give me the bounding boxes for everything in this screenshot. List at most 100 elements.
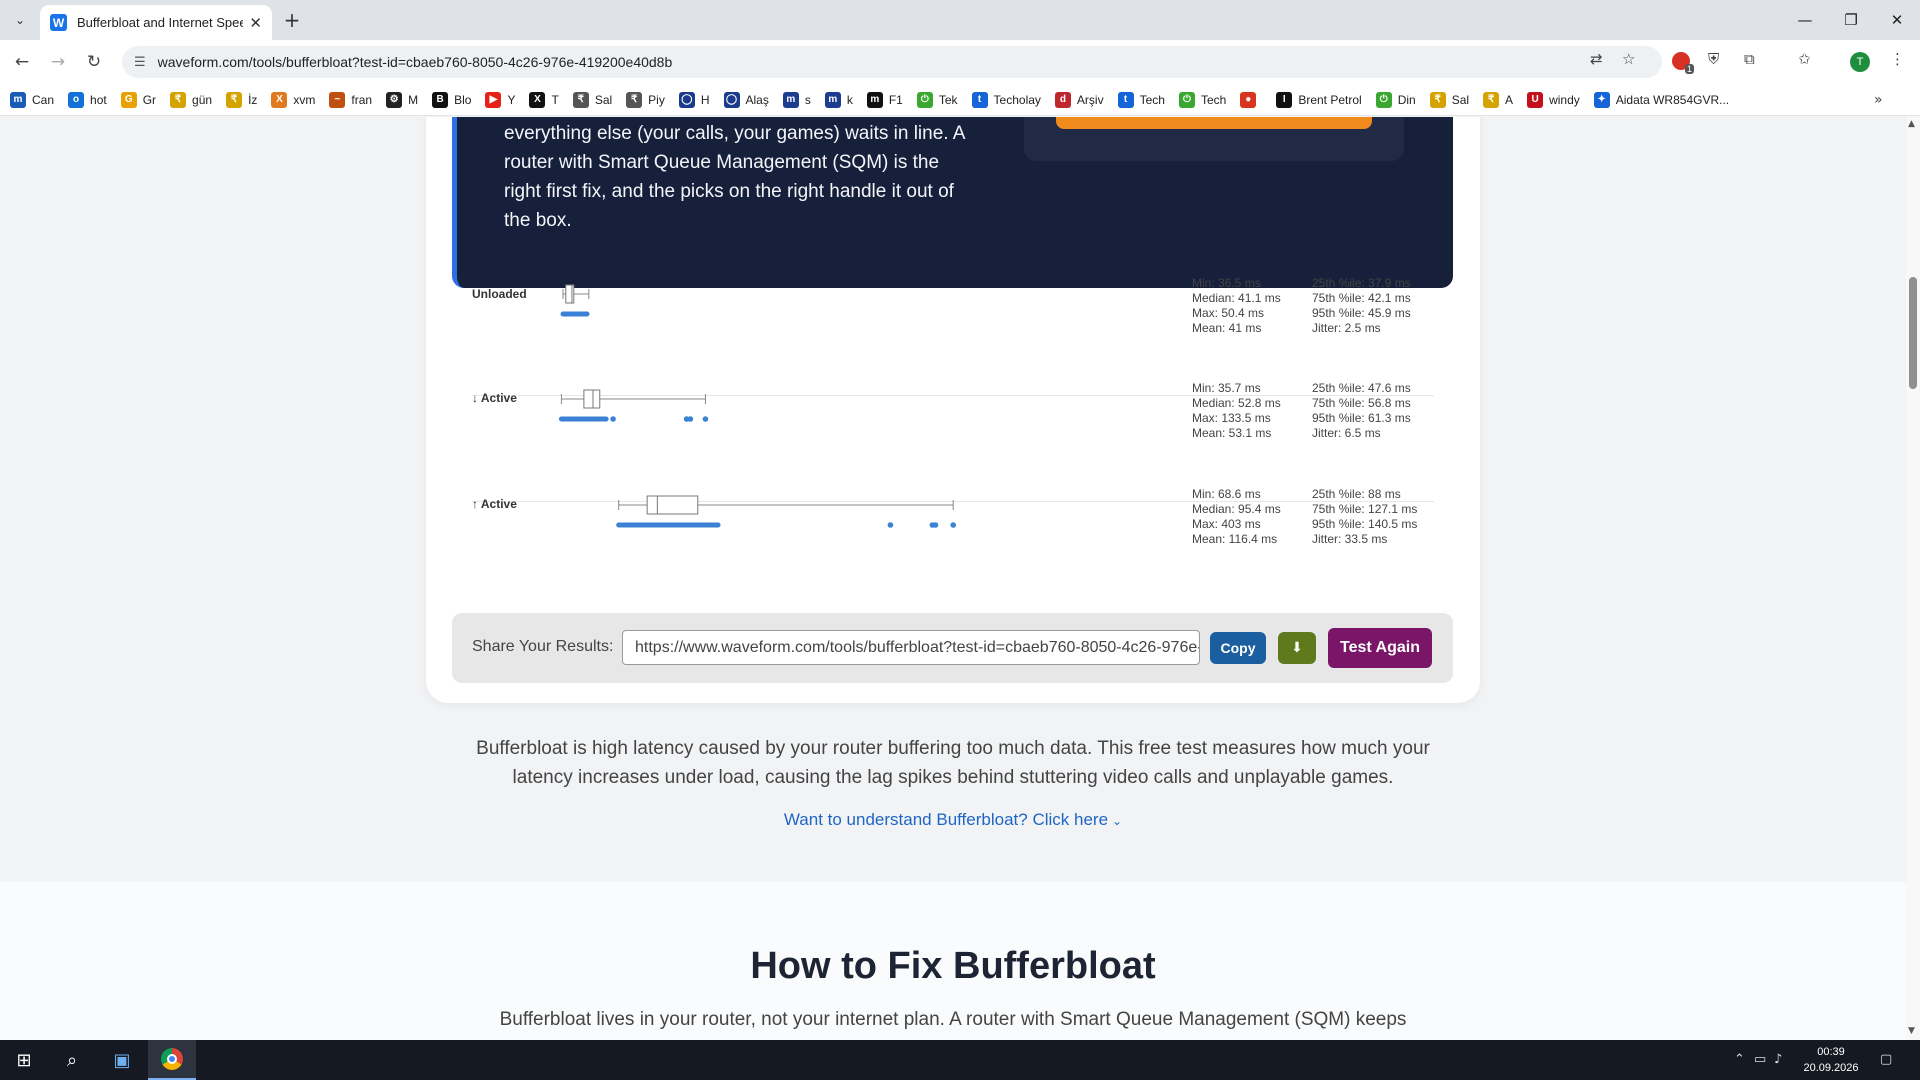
notifications-icon[interactable]: ▢ xyxy=(1880,1052,1892,1067)
bookmark-label: hot xyxy=(90,92,107,107)
copy-button[interactable]: Copy xyxy=(1210,632,1266,664)
bookmark-item[interactable]: Xxvm xyxy=(271,91,315,108)
reload-button[interactable]: ↻ xyxy=(82,50,106,74)
bookmark-label: Tek xyxy=(938,92,958,107)
bookmark-item[interactable]: ◯ Alaş xyxy=(723,91,769,108)
bookmark-item[interactable]: ₹ gün xyxy=(170,91,213,108)
stat-line: 75th %ile: 127.1 ms xyxy=(1312,502,1418,516)
address-bar[interactable]: ☰ waveform.com/tools/bufferbloat?test-id… xyxy=(122,46,1662,78)
bookmark-item[interactable]: ◯ H xyxy=(678,91,710,108)
bookmark-item[interactable]: XT xyxy=(529,91,559,108)
test-again-button[interactable]: Test Again xyxy=(1328,628,1432,668)
site-info-icon[interactable]: ☰ xyxy=(134,55,146,70)
bookmark-item[interactable]: ⚙ M xyxy=(386,91,418,108)
bookmark-favicon-icon: X xyxy=(271,91,288,108)
bookmark-item[interactable]: d Arşiv xyxy=(1054,91,1104,108)
extension-icon[interactable]: 1 xyxy=(1672,52,1694,74)
share-url-input[interactable]: https://www.waveform.com/tools/bufferblo… xyxy=(622,630,1200,665)
tab-strip: ⌄ W Bufferbloat and Internet Speed ✕ + —… xyxy=(0,0,1920,40)
volume-icon[interactable]: ♪ xyxy=(1774,1052,1782,1067)
tab-close-icon[interactable]: ✕ xyxy=(249,14,262,32)
tray-chevron-icon[interactable]: ⌃ xyxy=(1734,1052,1745,1067)
bookmark-item[interactable]: ₹ İz xyxy=(226,91,257,108)
download-button[interactable]: ⬇ xyxy=(1278,632,1316,664)
bookmark-star-icon[interactable]: ☆ xyxy=(1622,50,1635,68)
scroll-up-icon[interactable]: ▲ xyxy=(1908,119,1915,129)
bookmark-item[interactable]: B Blo xyxy=(432,91,471,108)
bookmark-item[interactable]: o hot xyxy=(68,91,107,108)
latency-stats-right: 25th %ile: 47.6 ms 75th %ile: 56.8 ms 95th… xyxy=(1312,381,1411,441)
sample-dot xyxy=(932,522,939,528)
bookmark-favicon-icon: G xyxy=(120,91,137,108)
task-view-button[interactable]: ▣ xyxy=(98,1040,146,1080)
bookmark-item[interactable]: t Techolay xyxy=(971,91,1041,108)
windows-taskbar: ⊞ ⌕ ▣ ⌃ ▭ ♪ 00:39 20.09.2026 ▢ xyxy=(0,1040,1920,1080)
page-scrollbar[interactable]: ▲ ▼ xyxy=(1906,117,1920,1040)
bookmark-label: Can xyxy=(32,92,55,107)
chrome-taskbar-button[interactable] xyxy=(148,1040,196,1080)
bookmark-item[interactable]: ▶ Y xyxy=(485,91,515,108)
translate-icon[interactable]: ⇄ xyxy=(1590,50,1603,68)
page-viewport: everything else (your calls, your games)… xyxy=(0,117,1906,1040)
forward-button[interactable]: → xyxy=(46,50,70,74)
scrollbar-thumb[interactable] xyxy=(1909,277,1917,389)
bookmark-item[interactable]: ✦ Aidata WR854GVR... xyxy=(1593,91,1729,108)
search-button[interactable]: ⌕ xyxy=(48,1040,96,1080)
profile-avatar[interactable]: T xyxy=(1850,52,1870,72)
bookmark-label: Arşiv xyxy=(1076,92,1104,107)
bookmark-item[interactable]: ⏻ Tek xyxy=(916,91,958,108)
new-tab-button[interactable]: + xyxy=(280,8,304,32)
back-button[interactable]: ← xyxy=(10,50,34,74)
bookmark-item[interactable]: G Gr xyxy=(120,91,156,108)
box-plot xyxy=(560,284,590,317)
bookmarks-icon[interactable]: ✩ xyxy=(1798,50,1811,68)
bookmark-item[interactable]: ~ fran xyxy=(329,91,372,108)
bookmark-item[interactable]: ₹ Piy xyxy=(626,91,665,108)
extensions-puzzle-icon[interactable]: ⧉ xyxy=(1744,50,1755,68)
bookmarks-overflow-icon[interactable]: » xyxy=(1874,92,1883,108)
router-picks-button[interactable] xyxy=(1056,117,1372,129)
bookmark-label: F1 xyxy=(888,92,903,107)
bookmark-item[interactable]: Uwindy xyxy=(1527,91,1580,108)
url-text[interactable]: waveform.com/tools/bufferbloat?test-id=c… xyxy=(158,54,673,70)
learn-more-text[interactable]: Want to understand Bufferbloat? Click he… xyxy=(784,810,1108,829)
shield-extension-icon[interactable]: ⛨ xyxy=(1708,50,1719,68)
stat-line: 95th %ile: 45.9 ms xyxy=(1312,306,1411,320)
bookmark-item[interactable]: ₹ Sal xyxy=(572,91,612,108)
stat-line: Mean: 41 ms xyxy=(1192,321,1262,335)
scroll-down-icon[interactable]: ▼ xyxy=(1908,1026,1915,1036)
bookmark-item[interactable]: mk xyxy=(824,91,853,108)
latency-stats-left: Min: 35.7 ms Median: 52.8 ms Max: 133.5 ms… xyxy=(1192,381,1281,441)
bookmark-item[interactable]: ⏻ Din xyxy=(1375,91,1416,108)
bookmark-item[interactable]: ms xyxy=(782,91,811,108)
bookmark-favicon-icon: X xyxy=(529,91,546,108)
bookmark-item[interactable]: m F1 xyxy=(866,91,903,108)
stat-line: 75th %ile: 42.1 ms xyxy=(1312,291,1411,305)
bookmark-item[interactable]: ⏻ Tech xyxy=(1178,91,1226,108)
bookmark-favicon-icon: ⏻ xyxy=(1178,91,1195,108)
close-window-button[interactable]: ✕ xyxy=(1874,0,1920,40)
system-clock[interactable]: 00:39 20.09.2026 xyxy=(1796,1044,1866,1076)
bookmark-item[interactable]: ₹ A xyxy=(1483,91,1513,108)
stat-line: Jitter: 33.5 ms xyxy=(1312,532,1388,546)
bookmark-item[interactable]: t Tech xyxy=(1117,91,1165,108)
active-tab[interactable]: W Bufferbloat and Internet Speed ✕ xyxy=(40,5,272,40)
bookmark-item[interactable]: ● xyxy=(1240,91,1262,108)
start-button[interactable]: ⊞ xyxy=(0,1040,48,1080)
menu-kebab-icon[interactable]: ⋮ xyxy=(1890,50,1905,68)
bufferbloat-description: Bufferbloat is high latency caused by yo… xyxy=(476,738,1430,788)
tab-search-button[interactable]: ⌄ xyxy=(8,8,32,32)
waveform-favicon-icon: W xyxy=(50,14,67,31)
restore-button[interactable]: ❐ xyxy=(1828,0,1874,40)
latency-row: Unloaded Min: 36.5 ms Median: 41.1 ms Max: … xyxy=(472,276,1434,358)
stat-line: Max: 403 ms xyxy=(1192,517,1261,531)
bookmark-item[interactable]: ₹ Sal xyxy=(1429,91,1469,108)
bookmark-item[interactable]: I Brent Petrol xyxy=(1276,91,1362,108)
bookmark-item[interactable]: m Can xyxy=(10,91,55,108)
latency-stats-left: Min: 36.5 ms Median: 41.1 ms Max: 50.4 ms M… xyxy=(1192,276,1281,336)
minimize-button[interactable]: — xyxy=(1782,0,1828,40)
fix-section-text: Bufferbloat lives in your router, not yo… xyxy=(499,1009,1407,1030)
learn-more-link[interactable]: Want to understand Bufferbloat? Click he… xyxy=(470,810,1436,830)
network-icon[interactable]: ▭ xyxy=(1754,1052,1766,1067)
bookmark-label: gün xyxy=(192,92,213,107)
